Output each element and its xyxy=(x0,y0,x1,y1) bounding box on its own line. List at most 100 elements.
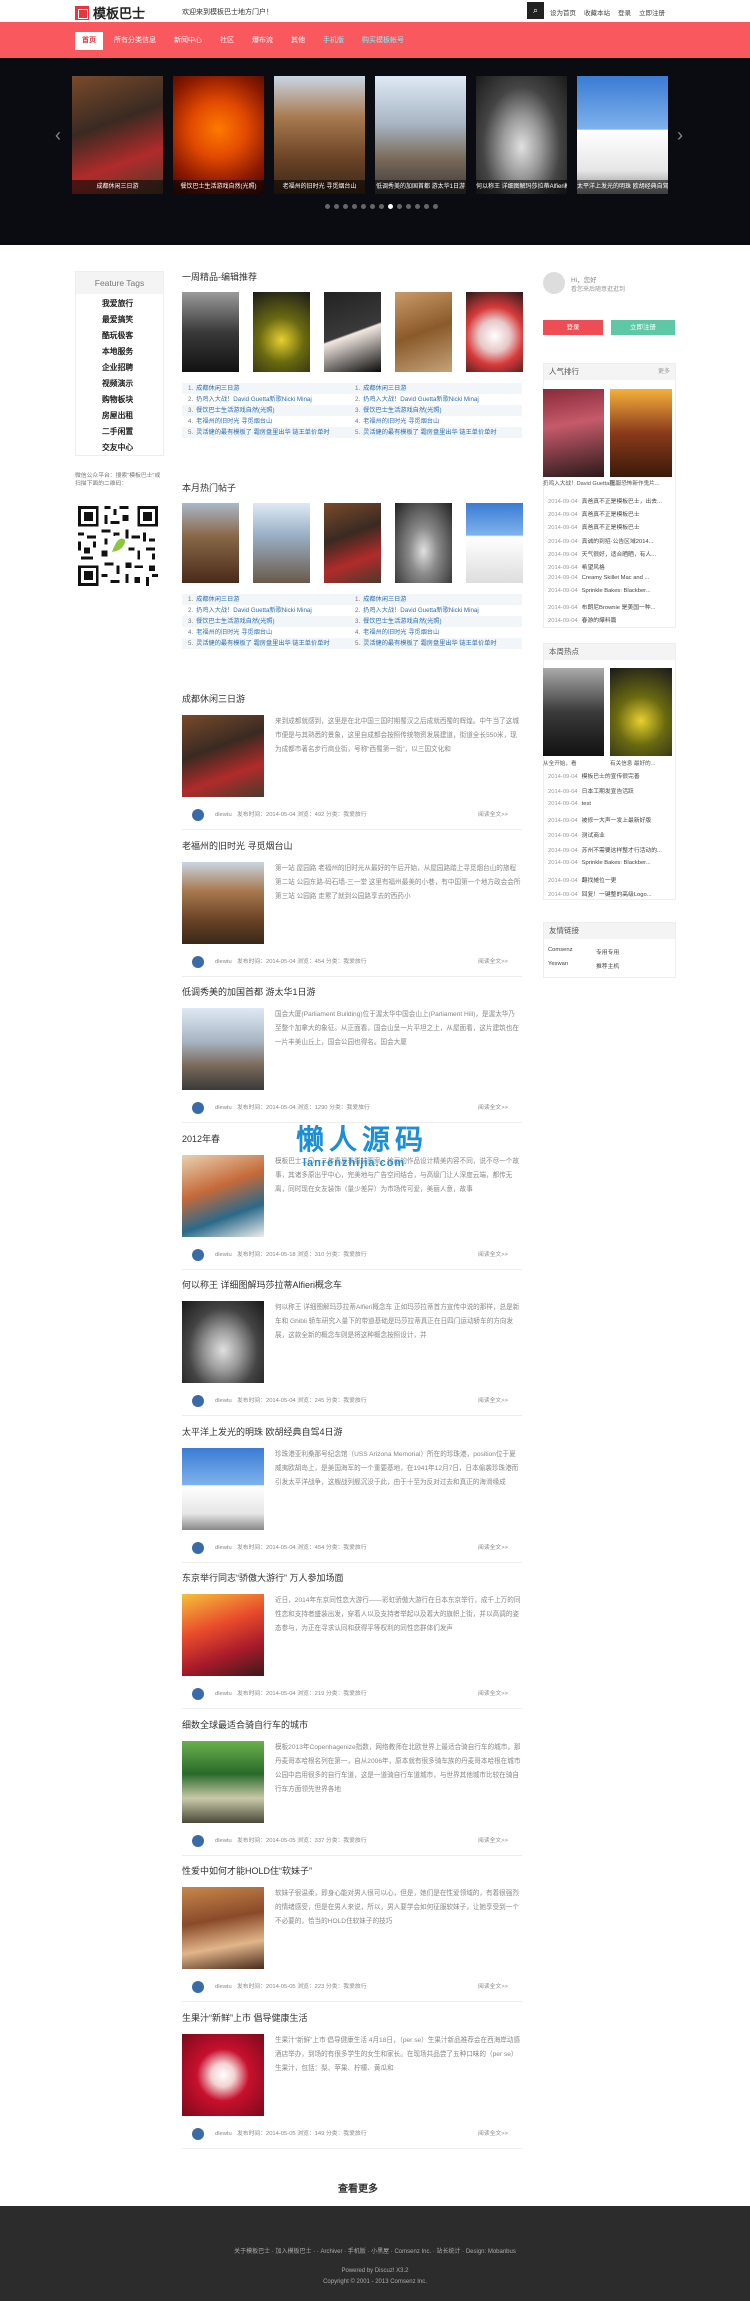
weekly-link[interactable]: 1. 成都休闲三日游 xyxy=(355,383,406,394)
slider-dot[interactable] xyxy=(415,204,420,209)
author-name[interactable]: dlewtu xyxy=(215,1540,232,1556)
read-more-link[interactable]: 阅读全文>> xyxy=(478,2126,508,2142)
author-avatar[interactable] xyxy=(192,2127,204,2140)
list-item[interactable]: 2014-09-04 天气很好，适合晒晒，有人... xyxy=(548,549,656,558)
post-title[interactable]: 性爱中如何才能HOLD住“软妹子” xyxy=(182,1865,522,1877)
footer-links[interactable]: 关于模板巴士 · 加入模板巴士 · · Archiver · 手机版 · 小黑屋… xyxy=(0,2246,750,2255)
friend-link[interactable]: 推荐主机 xyxy=(596,961,619,970)
list-item[interactable]: 2014-09-04 希望风格 xyxy=(548,562,605,571)
nav-mobile[interactable]: 手机版 xyxy=(316,32,351,50)
post-title[interactable]: 老福州的旧时光 寻觅烟台山 xyxy=(182,840,522,852)
weekly-thumb[interactable] xyxy=(253,292,310,372)
tag-item[interactable]: 我爱旅行 xyxy=(76,298,163,310)
read-more-link[interactable]: 阅读全文>> xyxy=(478,1540,508,1556)
post-thumbnail[interactable] xyxy=(182,1447,264,1530)
read-more-link[interactable]: 阅读全文>> xyxy=(478,1686,508,1702)
post-title[interactable]: 东京举行同志“骄傲大游行” 万人参加场面 xyxy=(182,1572,522,1584)
popular-more-link[interactable]: 更多 xyxy=(658,364,670,380)
post-thumbnail[interactable] xyxy=(182,1008,264,1090)
slider-dot[interactable] xyxy=(424,204,429,209)
read-more-link[interactable]: 阅读全文>> xyxy=(478,1100,508,1116)
slider-dot[interactable] xyxy=(397,204,402,209)
slide-1[interactable]: 成都休闲三日游 xyxy=(72,76,163,194)
weekly-link[interactable]: 4. 老福州的旧时光 寻觅烟台山 xyxy=(188,416,272,427)
hot-thumb[interactable] xyxy=(253,503,310,583)
slide-5[interactable]: 何以称王 详细图解玛莎拉蒂Alfieri概念车 xyxy=(476,76,567,194)
hot-link[interactable]: 4. 老福州的旧时光 寻觅烟台山 xyxy=(355,627,439,638)
login-link[interactable]: 登录 xyxy=(618,7,631,17)
hot-link[interactable]: 5. 灵活健的最有模板了 霜房盘里出华 链王单价单时 xyxy=(355,638,497,649)
author-name[interactable]: dlewtu xyxy=(215,807,232,823)
search-icon[interactable]: ⌕ xyxy=(527,2,544,19)
set-home-link[interactable]: 设为首页 xyxy=(550,7,576,17)
post-title[interactable]: 细数全球最适合骑自行车的城市 xyxy=(182,1719,522,1731)
author-avatar[interactable] xyxy=(192,1395,204,1407)
post-title[interactable]: 何以称王 详细图解玛莎拉蒂Alfieri概念车 xyxy=(182,1279,522,1291)
author-name[interactable]: dlewtu xyxy=(215,1100,232,1116)
hot-link[interactable]: 5. 灵活健的最有模板了 霜房盘里出华 链王单价单时 xyxy=(188,638,330,649)
load-more-button[interactable]: 查看更多 xyxy=(338,2180,378,2195)
weekly-link[interactable]: 2. 扔鸡入大战！David Guetta新歌Nicki Minaj xyxy=(188,394,312,405)
slide-2[interactable]: 餐饮巴士生活游戏自然(光照) xyxy=(173,76,264,194)
list-item[interactable]: 2014-09-04 回复！一键整的高级Logo... xyxy=(548,889,652,898)
nav-community[interactable]: 社区 xyxy=(213,32,241,50)
tag-item[interactable]: 最爱搞笑 xyxy=(76,314,163,326)
slider-dot[interactable] xyxy=(379,204,384,209)
post-title[interactable]: 成都休闲三日游 xyxy=(182,693,522,705)
weekly-thumb[interactable] xyxy=(466,292,523,372)
hot-link[interactable]: 2. 扔鸡入大战！David Guetta新歌Nicki Minaj xyxy=(355,605,479,616)
author-name[interactable]: dlewtu xyxy=(215,1393,232,1409)
popular-thumb[interactable] xyxy=(610,389,672,477)
weekly-link[interactable]: 1. 成都休闲三日游 xyxy=(188,383,239,394)
post-title[interactable]: 生果汁“新鲜”上市 倡导健康生活 xyxy=(182,2012,522,2024)
post-title[interactable]: 低调秀美的加国首都 游太华1日游 xyxy=(182,986,522,998)
post-thumbnail[interactable] xyxy=(182,861,264,944)
author-avatar[interactable] xyxy=(192,955,204,968)
read-more-link[interactable]: 阅读全文>> xyxy=(478,1979,508,1995)
author-name[interactable]: dlewtu xyxy=(215,1979,232,1995)
weekly-thumb[interactable] xyxy=(324,292,381,372)
read-more-link[interactable]: 阅读全文>> xyxy=(478,807,508,823)
friend-link[interactable]: 专用专用 xyxy=(596,947,619,956)
slider-dot[interactable] xyxy=(343,204,348,209)
weekly-link[interactable]: 4. 老福州的旧时光 寻觅烟台山 xyxy=(355,416,439,427)
hot-link[interactable]: 4. 老福州的旧时光 寻觅烟台山 xyxy=(188,627,272,638)
tag-item[interactable]: 视频演示 xyxy=(76,378,163,390)
slider-dot[interactable] xyxy=(433,204,438,209)
author-name[interactable]: dlewtu xyxy=(215,1686,232,1702)
tag-item[interactable]: 购物板块 xyxy=(76,394,163,406)
friend-link[interactable]: Comsenz xyxy=(548,947,572,953)
weekly-link[interactable]: 5. 灵活健的最有模板了 霜房盘里出华 链王单价单时 xyxy=(355,427,497,438)
post-thumbnail[interactable] xyxy=(182,1301,264,1383)
hot-thumb[interactable] xyxy=(324,503,381,583)
nav-waterfall[interactable]: 爆布流 xyxy=(245,32,280,50)
nav-news[interactable]: 新闻中心 xyxy=(167,32,209,50)
tag-item[interactable]: 交友中心 xyxy=(76,442,163,454)
author-name[interactable]: dlewtu xyxy=(215,954,232,970)
list-item[interactable]: 2014-09-04 Sprinkle Bakes: Blackber... xyxy=(548,860,651,866)
list-item[interactable]: 2014-09-04 测试商业 xyxy=(548,830,605,839)
read-more-link[interactable]: 阅读全文>> xyxy=(478,1247,508,1263)
tag-item[interactable]: 酷玩极客 xyxy=(76,330,163,342)
author-avatar[interactable] xyxy=(192,1981,204,1993)
list-item[interactable]: 2014-09-04 test xyxy=(548,801,591,807)
slider-prev-arrow-icon[interactable]: ‹ xyxy=(52,124,64,146)
tag-item[interactable]: 企业招聘 xyxy=(76,362,163,374)
post-thumbnail[interactable] xyxy=(182,1594,264,1676)
nav-classifieds[interactable]: 所有分类信息 xyxy=(107,32,163,50)
list-item[interactable]: 2014-09-04 被修一大声一发上最新好版 xyxy=(548,815,651,824)
hot-link[interactable]: 2. 扔鸡入大战！David Guetta新歌Nicki Minaj xyxy=(188,605,312,616)
tag-item[interactable]: 本地服务 xyxy=(76,346,163,358)
slider-dot[interactable] xyxy=(334,204,339,209)
slide-3[interactable]: 老福州的旧时光 寻觅烟台山 xyxy=(274,76,365,194)
slider-dot[interactable] xyxy=(406,204,411,209)
list-item[interactable]: 2014-09-04 真爸真不正是模板巴士，出去... xyxy=(548,496,662,505)
list-item[interactable]: 2014-09-04 Sprinkle Bakes: Blackber... xyxy=(548,588,651,594)
weekly-link[interactable]: 5. 灵活健的最有模板了 霜房盘里出华 链王单价单时 xyxy=(188,427,330,438)
login-button[interactable]: 登录 xyxy=(543,320,603,335)
author-avatar[interactable] xyxy=(192,809,204,821)
hot-link[interactable]: 3. 餐饮巴士生活游戏自然(光照) xyxy=(188,616,275,627)
author-avatar[interactable] xyxy=(192,1248,204,1261)
slider-dot[interactable] xyxy=(370,204,375,209)
site-logo[interactable]: 模板巴士 xyxy=(75,3,145,22)
